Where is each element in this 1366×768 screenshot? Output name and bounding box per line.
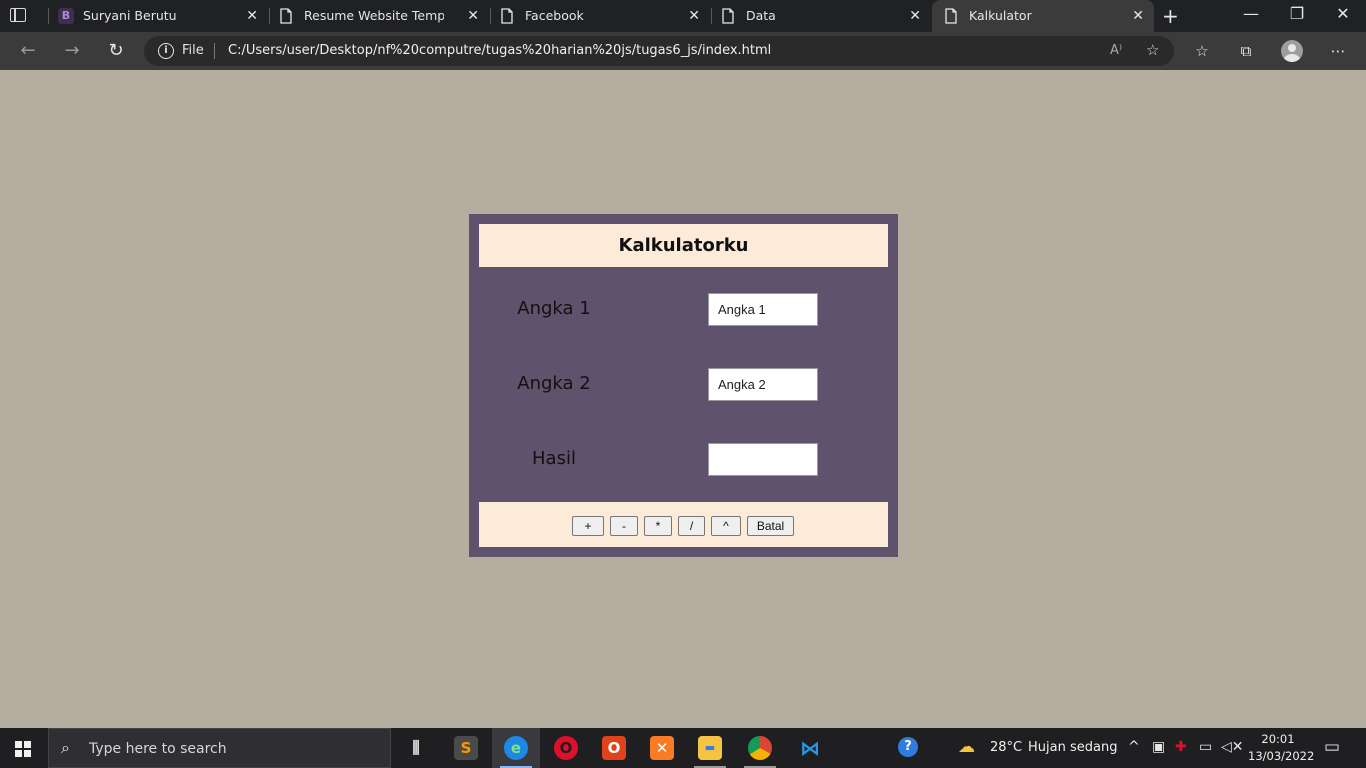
tab-separator [48,8,49,24]
minimize-icon[interactable]: — [1228,4,1274,23]
taskbar-clock[interactable]: 20:01 13/03/2022 [1248,731,1315,765]
favorites-icon[interactable]: ☆ [1190,42,1214,60]
angka-2-input[interactable] [708,368,818,401]
add-button[interactable]: + [572,516,604,536]
gift-icon[interactable]: ✚ [1175,739,1187,755]
volume-muted-icon[interactable]: ◁✕ [1221,739,1244,755]
chevron-up-icon[interactable]: ^ [1128,739,1140,755]
page-icon [501,8,513,24]
browser-toolbar: ← → ↻ i File C:/Users/user/Desktop/nf%20… [0,32,1366,70]
edge-icon[interactable]: e [492,728,540,768]
profile-avatar[interactable] [1281,40,1303,62]
weather-condition[interactable]: Hujan sedang [1028,740,1117,755]
window-close-icon[interactable]: ✕ [1320,4,1366,23]
meet-now-icon[interactable]: ▣ [1152,739,1165,755]
clock-time: 20:01 [1261,732,1295,746]
close-icon[interactable]: ✕ [246,8,258,24]
file-explorer-icon[interactable]: ▬ [686,728,734,768]
search-icon: ⌕ [61,738,70,757]
url-text[interactable]: C:/Users/user/Desktop/nf%20computre/tuga… [228,43,771,58]
office-icon[interactable]: O [590,728,638,768]
search-placeholder: Type here to search [89,741,227,757]
close-icon[interactable]: ✕ [467,8,479,24]
read-aloud-icon[interactable]: A⁾ [1110,43,1122,58]
tab-strip: B Suryani Berutu ✕ Resume Website Templa… [0,0,1366,32]
b-icon: B [58,8,74,24]
forward-icon[interactable]: → [60,40,84,61]
divide-button[interactable]: / [678,516,705,536]
taskbar-search[interactable]: ⌕ Type here to search [48,728,391,768]
chrome-icon[interactable] [736,728,784,768]
multiply-button[interactable]: * [644,516,672,536]
tab-separator [711,8,712,24]
close-icon[interactable]: ✕ [909,8,921,24]
tab-resume-website[interactable]: Resume Website Template Fr ✕ [269,0,489,32]
tab-facebook[interactable]: Facebook ✕ [490,0,710,32]
angka-1-input[interactable] [708,293,818,326]
back-icon[interactable]: ← [16,40,40,61]
add-favorite-icon[interactable]: ☆ [1146,41,1159,59]
xampp-icon[interactable]: ✕ [638,728,686,768]
hasil-output[interactable] [708,443,818,476]
tab-title: Data [746,8,776,23]
scheme-label: File [182,43,204,58]
tab-separator [269,8,270,24]
close-icon[interactable]: ✕ [1132,8,1144,24]
tab-title: Resume Website Template Fr [304,8,444,23]
angka-2-label: Angka 2 [517,373,591,394]
collections-icon[interactable]: ⧉ [1234,42,1258,60]
angka-1-label: Angka 1 [517,298,591,319]
sublime-text-icon[interactable]: S [442,728,490,768]
batal-button[interactable]: Batal [747,516,794,536]
new-tab-icon[interactable]: + [1162,4,1179,28]
tab-title: Facebook [525,8,584,23]
power-button[interactable]: ^ [711,516,741,536]
tab-kalkulator[interactable]: Kalkulator ✕ [932,0,1154,32]
opera-icon[interactable]: O [542,728,590,768]
help-icon[interactable]: ? [898,737,918,757]
tab-title: Kalkulator [969,8,1032,23]
battery-icon[interactable]: ▭ [1199,739,1212,755]
subtract-button[interactable]: - [610,516,638,536]
vscode-icon[interactable]: ⋈ [786,728,834,768]
omnibox-separator [214,43,215,59]
restore-icon[interactable]: ❐ [1274,4,1320,23]
weather-icon[interactable]: ☁ [958,737,975,757]
address-bar[interactable]: i File C:/Users/user/Desktop/nf%20comput… [144,36,1174,66]
tab-suryani-berutu[interactable]: B Suryani Berutu ✕ [48,0,268,32]
hasil-label: Hasil [532,448,576,469]
info-icon[interactable]: i [158,43,174,59]
operator-bar: + - * / ^ Batal [479,502,888,547]
page-icon [722,8,734,24]
clock-date: 13/03/2022 [1248,749,1315,763]
reload-icon[interactable]: ↻ [104,40,128,61]
calculator-title: Kalkulatorku [479,224,888,267]
page-icon [280,8,292,24]
weather-temperature[interactable]: 28°C [990,740,1022,755]
more-options-icon[interactable]: ⋯ [1326,42,1350,60]
notifications-icon[interactable]: ▭ [1324,737,1340,757]
windows-start-icon[interactable] [15,741,31,757]
calculator-panel: Kalkulatorku Angka 1 Angka 2 Hasil + - *… [469,214,898,557]
task-view-icon[interactable]: ⫼ [392,728,440,768]
tab-separator [490,8,491,24]
tab-title: Suryani Berutu [83,8,177,23]
tab-actions-icon[interactable] [10,8,26,22]
tab-data[interactable]: Data ✕ [711,0,931,32]
page-icon [945,8,957,24]
taskbar: ⌕ Type here to search ⫼ S e O O ✕ ▬ ⋈ ? … [0,728,1366,768]
close-icon[interactable]: ✕ [688,8,700,24]
